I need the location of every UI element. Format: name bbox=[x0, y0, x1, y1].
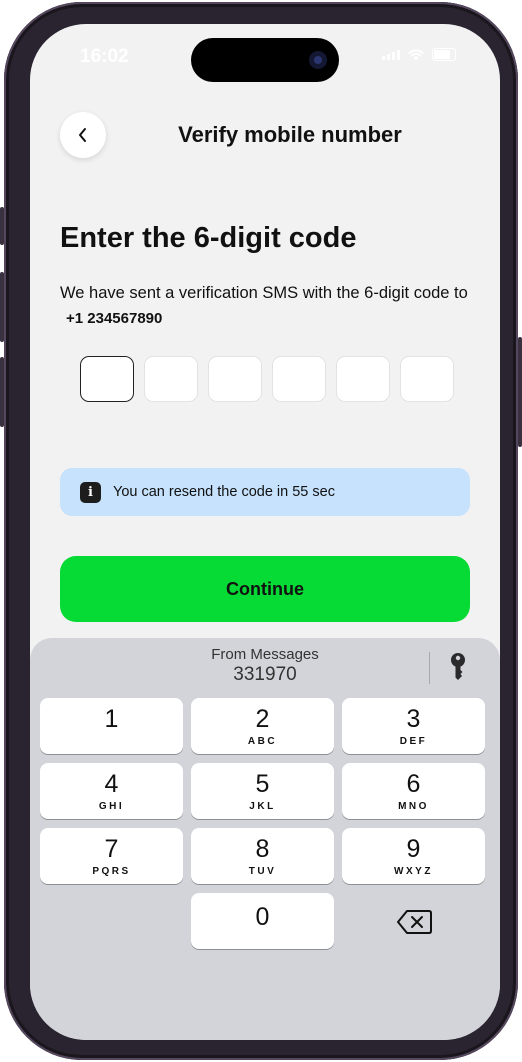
battery-icon bbox=[432, 48, 456, 61]
otp-input-group bbox=[80, 356, 454, 402]
key-letters: ABC bbox=[247, 736, 278, 747]
key-digit: 1 bbox=[104, 705, 119, 733]
camera-icon bbox=[309, 51, 327, 69]
action-button bbox=[0, 207, 4, 245]
otp-digit-field[interactable] bbox=[272, 356, 326, 402]
back-button[interactable] bbox=[60, 112, 106, 158]
phone-frame: 16:02 Verify mobile number Enter the 6-d… bbox=[0, 2, 522, 1060]
otp-digit-field[interactable] bbox=[144, 356, 198, 402]
key-9[interactable]: 9 WXYZ bbox=[342, 828, 485, 884]
key-3[interactable]: 3 DEF bbox=[342, 698, 485, 754]
key-letters: PQRS bbox=[92, 866, 131, 877]
chevron-left-icon bbox=[79, 128, 86, 142]
key-digit: 4 bbox=[104, 770, 119, 798]
power-button bbox=[518, 337, 522, 447]
key-digit: 6 bbox=[406, 770, 421, 798]
cellular-signal-icon bbox=[382, 49, 400, 60]
key-6[interactable]: 6 MNO bbox=[342, 763, 485, 819]
key-digit: 7 bbox=[104, 835, 119, 863]
phone-number: +1 234567890 bbox=[66, 310, 163, 327]
continue-button[interactable]: Continue bbox=[60, 556, 470, 622]
volume-up-button bbox=[0, 272, 4, 342]
screen: 16:02 Verify mobile number Enter the 6-d… bbox=[30, 24, 500, 1040]
key-5[interactable]: 5 JKL bbox=[191, 763, 334, 819]
key-letters: JKL bbox=[249, 801, 276, 812]
key-0[interactable]: 0 bbox=[191, 893, 334, 949]
volume-down-button bbox=[0, 357, 4, 427]
suggestion-divider bbox=[429, 652, 430, 684]
key-digit: 0 bbox=[255, 903, 270, 931]
key-8[interactable]: 8 TUV bbox=[191, 828, 334, 884]
description-text: We have sent a verification SMS with the… bbox=[60, 284, 468, 302]
key-digit: 9 bbox=[406, 835, 421, 863]
key-2[interactable]: 2 ABC bbox=[191, 698, 334, 754]
status-time: 16:02 bbox=[80, 46, 129, 67]
otp-digit-field[interactable] bbox=[208, 356, 262, 402]
status-bar: 16:02 bbox=[30, 24, 500, 84]
resend-info-text: You can resend the code in 55 sec bbox=[113, 484, 335, 500]
otp-digit-field[interactable] bbox=[400, 356, 454, 402]
otp-digit-field[interactable] bbox=[80, 356, 134, 402]
passwords-key-icon[interactable] bbox=[448, 652, 468, 682]
key-letters: TUV bbox=[248, 866, 277, 877]
key-4[interactable]: 4 GHI bbox=[40, 763, 183, 819]
key-digit: 8 bbox=[255, 835, 270, 863]
page-title: Verify mobile number bbox=[178, 122, 402, 147]
status-icons bbox=[382, 48, 456, 61]
info-icon: i bbox=[80, 481, 101, 503]
verification-description: We have sent a verification SMS with the… bbox=[60, 281, 480, 331]
dynamic-island bbox=[191, 38, 339, 82]
resend-info-banner: i You can resend the code in 55 sec bbox=[60, 468, 470, 516]
key-1[interactable]: 1 bbox=[40, 698, 183, 754]
key-letters: DEF bbox=[399, 736, 428, 747]
wifi-icon bbox=[408, 49, 424, 60]
key-digit: 3 bbox=[406, 705, 421, 733]
key-letters: WXYZ bbox=[394, 866, 433, 877]
key-letters: MNO bbox=[398, 801, 429, 812]
otp-digit-field[interactable] bbox=[336, 356, 390, 402]
backspace-icon[interactable] bbox=[396, 909, 432, 935]
key-letters: GHI bbox=[98, 801, 125, 812]
key-digit: 5 bbox=[255, 770, 270, 798]
key-digit: 2 bbox=[255, 705, 270, 733]
code-heading: Enter the 6-digit code bbox=[60, 222, 357, 254]
key-7[interactable]: 7 PQRS bbox=[40, 828, 183, 884]
numeric-keyboard: From Messages 331970 1 2 ABC 3 DEF 4 GHI… bbox=[30, 638, 500, 1040]
